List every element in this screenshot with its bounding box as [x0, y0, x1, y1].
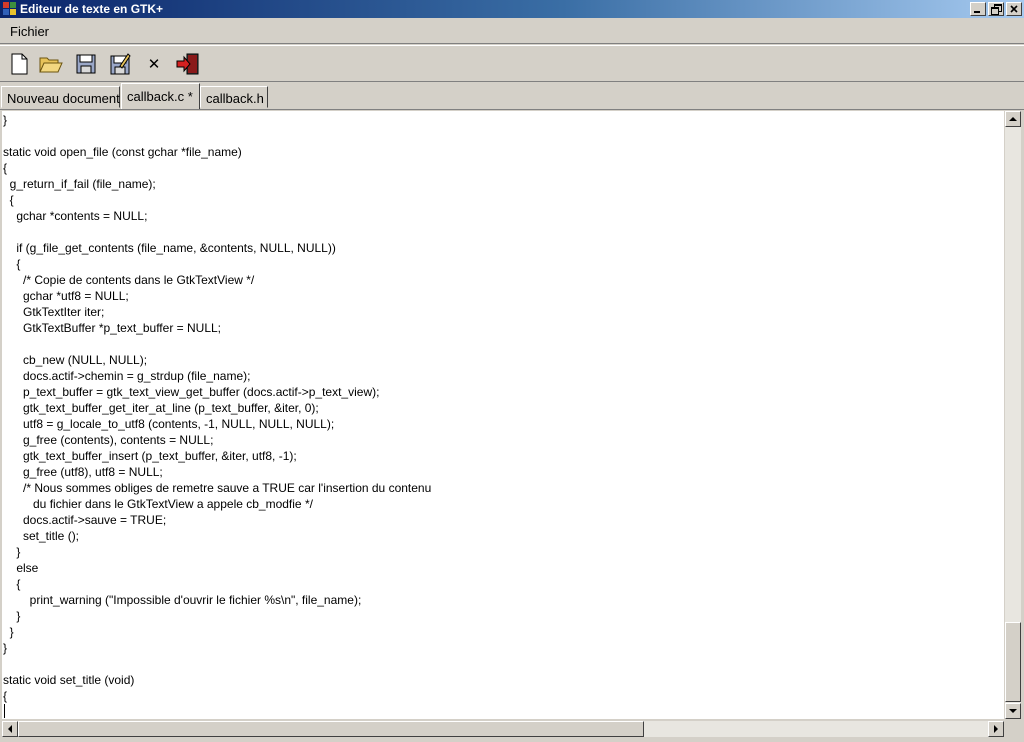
scroll-right-button[interactable]	[988, 721, 1004, 737]
tab-callback-c[interactable]: callback.c *	[121, 83, 200, 109]
restore-button[interactable]	[988, 2, 1004, 16]
toolbar: ✕	[0, 45, 1024, 82]
text-cursor	[4, 704, 5, 718]
scroll-left-button[interactable]	[2, 721, 18, 737]
menu-fichier[interactable]: Fichier	[10, 24, 49, 39]
code-text[interactable]: } static void open_file (const gchar *fi…	[3, 112, 431, 704]
floppy-disk-icon	[76, 54, 96, 74]
open-folder-icon	[39, 57, 63, 73]
scroll-down-button[interactable]	[1005, 703, 1021, 719]
tab-nouveau-document[interactable]: Nouveau document	[1, 86, 120, 108]
close-document-button[interactable]: ✕	[141, 51, 167, 77]
exit-door-icon	[176, 53, 199, 75]
vertical-scrollbar[interactable]	[1005, 111, 1021, 719]
window-title: Editeur de texte en GTK+	[20, 2, 164, 16]
new-document-icon	[11, 53, 28, 75]
quit-button[interactable]	[175, 51, 201, 77]
arrow-down-icon	[1009, 709, 1017, 713]
minimize-button[interactable]	[970, 2, 986, 16]
save-button[interactable]	[73, 51, 99, 77]
new-file-button[interactable]	[6, 51, 32, 77]
arrow-left-icon	[8, 725, 12, 733]
document-tabs: Nouveau document callback.c * callback.h	[0, 83, 1024, 109]
title-bar: Editeur de texte en GTK+	[0, 0, 1024, 18]
scroll-up-button[interactable]	[1005, 111, 1021, 127]
save-as-button[interactable]	[107, 51, 133, 77]
close-window-button[interactable]	[1006, 2, 1022, 16]
arrow-up-icon	[1009, 117, 1017, 121]
save-as-icon	[110, 53, 131, 75]
gtk-app-icon	[3, 2, 17, 16]
close-icon: ✕	[147, 55, 161, 73]
tab-callback-h[interactable]: callback.h	[200, 86, 268, 108]
scrollbar-corner	[1005, 721, 1024, 742]
text-view[interactable]: } static void open_file (const gchar *fi…	[2, 111, 1004, 719]
vertical-scroll-thumb[interactable]	[1005, 622, 1021, 702]
arrow-right-icon	[994, 725, 998, 733]
menu-bar: Fichier	[0, 18, 1024, 44]
open-file-button[interactable]	[38, 51, 64, 77]
close-icon	[1010, 5, 1018, 13]
horizontal-scrollbar[interactable]	[2, 721, 1004, 737]
horizontal-scroll-thumb[interactable]	[18, 721, 644, 737]
